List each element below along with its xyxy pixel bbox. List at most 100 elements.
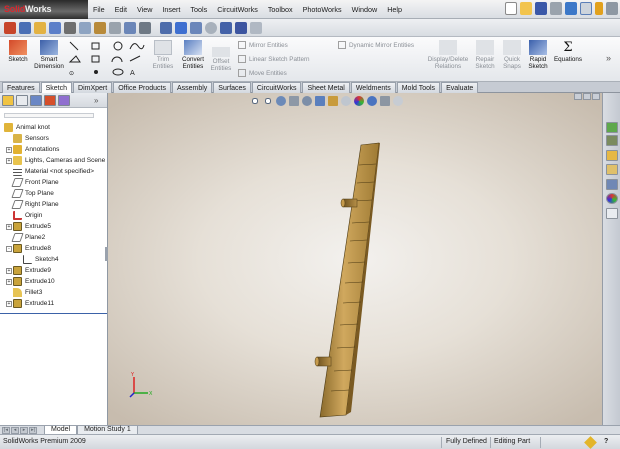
custom-properties-icon[interactable] xyxy=(606,208,618,219)
menu-view[interactable]: View xyxy=(132,5,157,14)
convert-entities-button[interactable]: Convert Entities xyxy=(176,40,210,70)
prev-tab-arrow-icon[interactable]: ◂ xyxy=(11,426,19,434)
tree-item-extrude9[interactable]: + Extrude9 xyxy=(6,265,51,276)
tree-item-annotations[interactable]: + Annotations xyxy=(6,144,59,155)
select-icon[interactable] xyxy=(580,2,592,15)
expand-toggle[interactable]: + xyxy=(6,146,12,153)
property-manager-tab-icon[interactable] xyxy=(16,94,28,106)
tree-item-extrude11[interactable]: + Extrude11 xyxy=(6,298,54,309)
sketch-button[interactable]: Sketch xyxy=(5,40,31,63)
rebuild-status-icon[interactable] xyxy=(584,436,597,449)
expand-toggle[interactable]: + xyxy=(6,267,12,274)
tree-item-fillet3[interactable]: Fillet3 xyxy=(6,287,42,298)
print-icon[interactable] xyxy=(550,2,562,15)
tab-dimxpert[interactable]: DimXpert xyxy=(73,82,113,93)
undo-icon[interactable] xyxy=(565,2,577,15)
chevron-right-icon[interactable]: » xyxy=(94,96,98,105)
expand-toggle[interactable]: + xyxy=(6,300,12,307)
design-library-icon[interactable] xyxy=(606,150,618,161)
tree-item-right-plane[interactable]: Right Plane xyxy=(6,199,59,210)
pan-icon[interactable] xyxy=(139,21,151,34)
tab-sketch[interactable]: Sketch xyxy=(40,82,73,93)
menu-file[interactable]: File xyxy=(88,5,110,14)
tree-item-extrude8[interactable]: - Extrude8 xyxy=(6,243,51,254)
rapid-sketch-button[interactable]: Rapid Sketch xyxy=(526,40,550,70)
resources-icon[interactable] xyxy=(606,135,618,146)
grid-icon[interactable] xyxy=(250,21,262,34)
new-document-icon[interactable] xyxy=(505,2,517,15)
feature-manager-tab-icon[interactable] xyxy=(2,94,14,106)
equations-button[interactable]: Σ Equations xyxy=(552,40,584,63)
move-entities-button[interactable]: Move Entities xyxy=(238,69,287,77)
sketch-toolbar-icon[interactable] xyxy=(160,21,172,34)
tree-item-extrude10[interactable]: + Extrude10 xyxy=(6,276,55,287)
configuration-manager-tab-icon[interactable] xyxy=(30,94,42,106)
tree-item-sensors[interactable]: Sensors xyxy=(6,133,49,144)
help-icon[interactable]: ? xyxy=(604,438,608,445)
display-manager-tab-icon[interactable] xyxy=(58,94,70,106)
home-icon[interactable] xyxy=(606,122,618,133)
menu-circuitworks[interactable]: CircuitWorks xyxy=(212,5,263,14)
shaded-icon[interactable] xyxy=(94,21,106,34)
graphics-area[interactable]: Y X xyxy=(108,93,602,425)
menu-toolbox[interactable]: Toolbox xyxy=(263,5,298,14)
tab-assembly[interactable]: Assembly xyxy=(171,82,213,93)
offset-entities-button[interactable]: Offset Entities xyxy=(206,47,236,72)
smart-dimension-button[interactable]: Smart Dimension xyxy=(30,40,68,70)
tree-item-lights[interactable]: + Lights, Cameras and Scene xyxy=(6,155,105,166)
next-tab-arrow-icon[interactable]: ▸ xyxy=(20,426,28,434)
section-view-icon[interactable] xyxy=(64,21,76,34)
tab-weldments[interactable]: Weldments xyxy=(350,82,396,93)
curve-icon[interactable] xyxy=(220,21,232,34)
measure-icon[interactable] xyxy=(235,21,247,34)
mirror-entities-button[interactable]: Mirror Entities xyxy=(238,41,288,49)
tree-item-extrude5[interactable]: + Extrude5 xyxy=(6,221,51,232)
dynamic-mirror-button[interactable]: Dynamic Mirror Entities xyxy=(338,41,414,49)
tab-circuitworks[interactable]: CircuitWorks xyxy=(251,82,302,93)
rotate-icon[interactable] xyxy=(109,21,121,34)
tab-office-products[interactable]: Office Products xyxy=(113,82,171,93)
plane-icon[interactable] xyxy=(190,21,202,34)
display-delete-relations-button[interactable]: Display/Delete Relations xyxy=(424,40,472,70)
quick-snaps-button[interactable]: Quick Snaps xyxy=(500,40,524,70)
linear-pattern-button[interactable]: Linear Sketch Pattern xyxy=(238,55,310,63)
tab-features[interactable]: Features xyxy=(2,82,40,93)
options-icon[interactable] xyxy=(606,2,618,15)
appearances-icon[interactable] xyxy=(606,193,618,204)
tree-item-sketch4[interactable]: Sketch4 xyxy=(16,254,59,265)
trim-entities-button[interactable]: Trim Entities xyxy=(148,40,178,70)
menu-help[interactable]: Help xyxy=(382,5,407,14)
chevron-right-icon[interactable]: » xyxy=(606,53,611,63)
solidworks-logo[interactable]: Solid Works xyxy=(0,0,88,19)
menu-insert[interactable]: Insert xyxy=(157,5,185,14)
display-style-icon[interactable] xyxy=(49,21,61,34)
repair-sketch-button[interactable]: Repair Sketch xyxy=(472,40,498,70)
tree-filter[interactable] xyxy=(4,110,103,120)
tab-surfaces[interactable]: Surfaces xyxy=(213,82,251,93)
last-tab-arrow-icon[interactable]: ▸| xyxy=(29,426,37,434)
open-folder-icon[interactable] xyxy=(520,2,532,15)
expand-toggle[interactable]: + xyxy=(6,278,12,285)
rebuild-icon[interactable] xyxy=(595,2,603,15)
hidden-lines-icon[interactable] xyxy=(79,21,91,34)
menu-edit[interactable]: Edit xyxy=(110,5,132,14)
tree-item-material[interactable]: Material <not specified> xyxy=(6,166,94,177)
sketch-tools-svg[interactable]: ⊙ A xyxy=(68,40,150,78)
sketch-icon[interactable] xyxy=(4,21,16,34)
relations-icon[interactable] xyxy=(175,21,187,34)
menu-tools[interactable]: Tools xyxy=(185,5,212,14)
tree-item-top-plane[interactable]: Top Plane xyxy=(6,188,54,199)
tree-item-origin[interactable]: Origin xyxy=(6,210,42,221)
expand-toggle[interactable]: + xyxy=(6,223,12,230)
tab-evaluate[interactable]: Evaluate xyxy=(441,82,479,93)
rollback-bar[interactable] xyxy=(0,313,107,314)
first-tab-arrow-icon[interactable]: |◂ xyxy=(2,426,10,434)
expand-toggle[interactable]: - xyxy=(6,245,12,252)
sphere-icon[interactable] xyxy=(205,21,217,34)
tab-sheet-metal[interactable]: Sheet Metal xyxy=(302,82,350,93)
zoom-icon[interactable] xyxy=(124,21,136,34)
tree-item-plane2[interactable]: Plane2 xyxy=(6,232,45,243)
tree-item-front-plane[interactable]: Front Plane xyxy=(6,177,59,188)
smart-dimension-icon[interactable] xyxy=(19,21,31,34)
menu-window[interactable]: Window xyxy=(347,5,383,14)
